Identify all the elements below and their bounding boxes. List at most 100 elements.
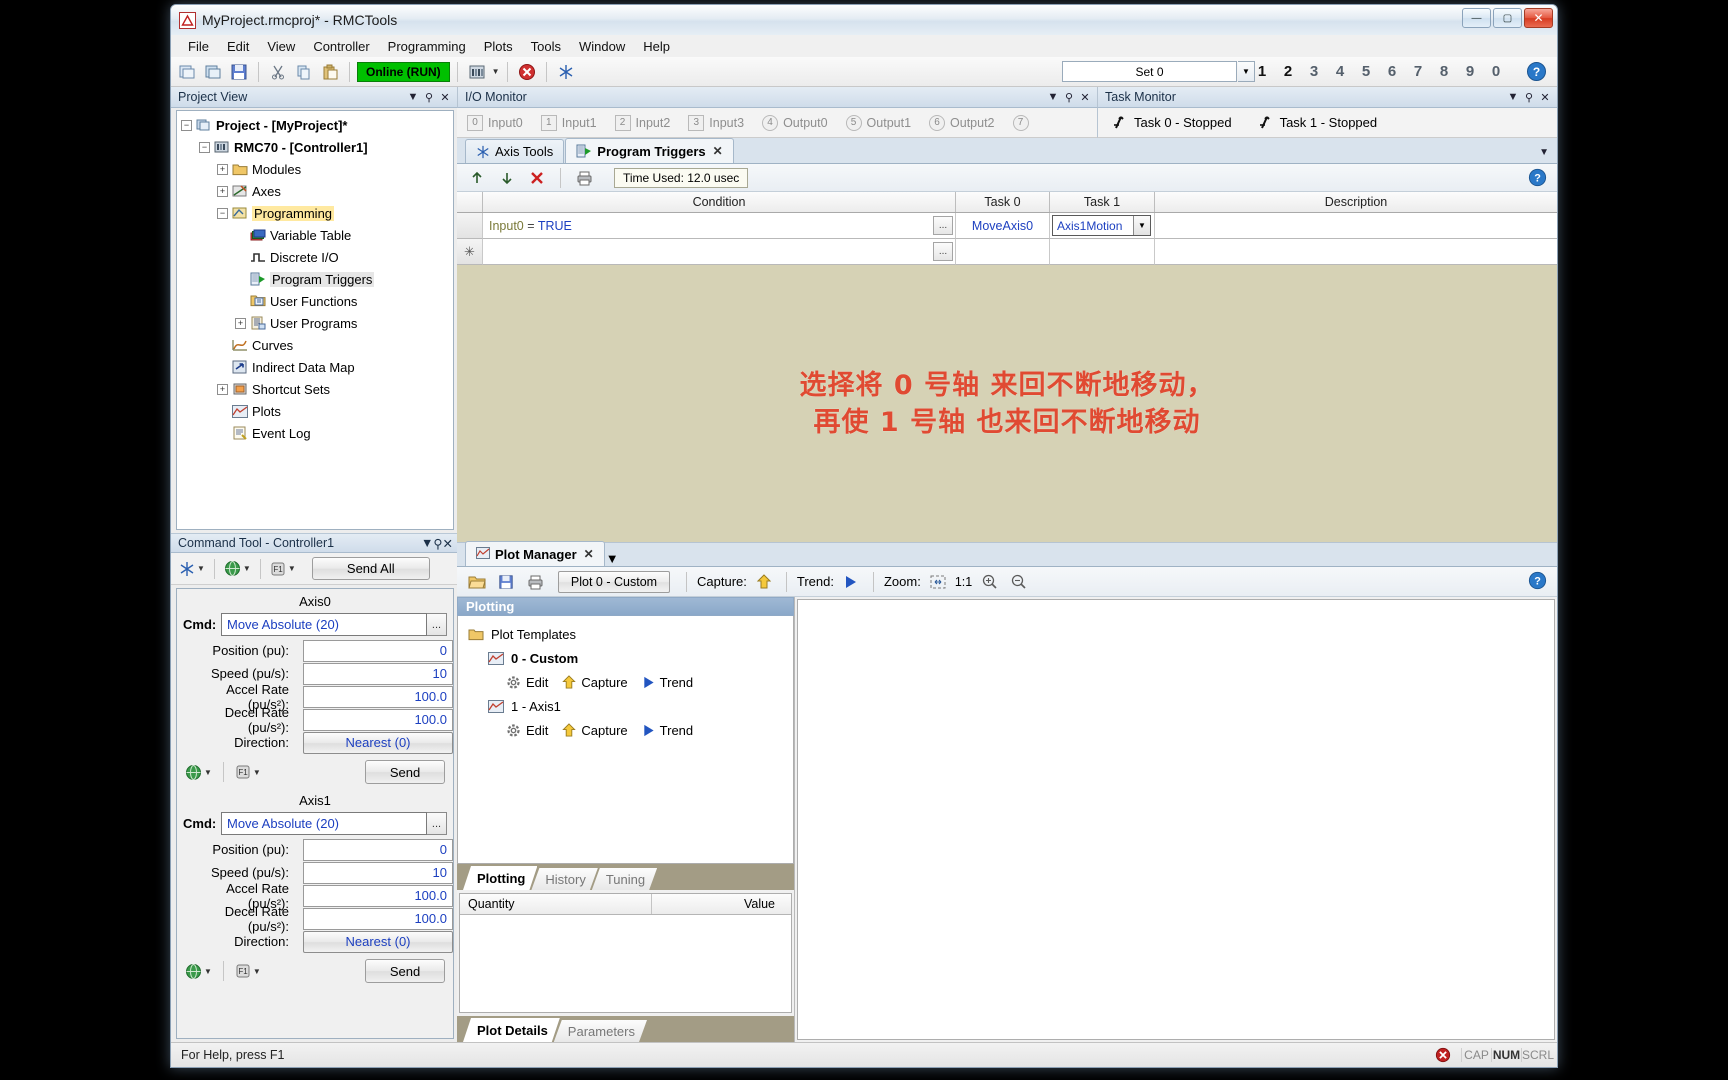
stop-error-icon[interactable] [515,60,539,84]
close-button[interactable]: ✕ [1524,8,1553,28]
grid-header-condition[interactable]: Condition [483,192,956,212]
plot-action-capture[interactable]: Capture [562,675,628,690]
set-number-button-4[interactable]: 4 [1327,60,1353,83]
task1-cell[interactable]: Axis1Motion ▼ [1050,213,1155,239]
send-button[interactable]: Send [365,959,445,983]
parameter-value-field[interactable]: 100.0 [303,685,453,708]
help-icon[interactable]: ? [1526,61,1547,82]
tree-item-variable-table[interactable]: Variable Table [177,224,453,246]
set-number-button-1[interactable]: 1 [1249,60,1275,83]
parameter-value-field[interactable]: 100.0 [303,884,453,907]
collapse-node-icon[interactable]: − [217,207,228,219]
controller-icon[interactable] [465,60,489,84]
print-icon[interactable] [523,570,547,594]
set-selector[interactable]: Set 0 [1062,61,1237,82]
minimize-button[interactable]: — [1462,8,1491,28]
grid-header-description[interactable]: Description [1155,192,1557,212]
project-view-close-icon[interactable]: ✕ [437,91,453,104]
tab-axis-tools[interactable]: Axis Tools [465,139,565,163]
plot-tree-item-plot-templates[interactable]: Plot Templates [458,622,793,646]
tree-item-event-log[interactable]: Event Log [177,422,453,444]
io-monitor-collapse-icon[interactable]: ▼ [1045,91,1061,103]
trend-play-icon[interactable] [839,570,863,594]
condition-cell[interactable]: Input0 = TRUE ... [483,213,956,239]
menu-item-window[interactable]: Window [570,37,634,56]
parameter-value-field[interactable]: 10 [303,861,453,884]
menu-item-edit[interactable]: Edit [218,37,258,56]
command-tool-close-icon[interactable]: ✕ [443,536,453,551]
globe-button[interactable]: ▼ [224,560,251,577]
print-icon[interactable] [572,166,596,190]
menu-item-controller[interactable]: Controller [304,37,378,56]
collapse-node-icon[interactable]: − [181,119,192,131]
grid-header-task0[interactable]: Task 0 [956,192,1050,212]
io-channel-output2[interactable]: 6 Output2 [929,114,995,131]
set-number-button-6[interactable]: 6 [1379,60,1405,83]
function-key-dropdown-arrow-icon[interactable]: ▼ [288,564,296,573]
function-key-button[interactable]: F1 ▼ [270,561,296,577]
io-monitor-close-icon[interactable]: ✕ [1077,91,1093,104]
maximize-button[interactable]: ▢ [1493,8,1522,28]
cut-icon[interactable] [266,60,290,84]
tab-plot-manager[interactable]: Plot Manager ✕ [465,541,605,566]
zoom-in-icon[interactable] [977,570,1001,594]
plot-action-capture[interactable]: Capture [562,723,628,738]
menu-item-help[interactable]: Help [634,37,679,56]
plot-action-trend[interactable]: Trend [642,675,693,690]
io-channel-input0[interactable]: 0 Input0 [467,114,523,131]
new-row-marker[interactable]: ✳ [457,239,483,265]
save-icon[interactable] [494,570,518,594]
axis-tools-button[interactable]: ▼ [179,561,205,577]
set-number-button-8[interactable]: 8 [1431,60,1457,83]
axis-globe-dropdown-arrow-icon[interactable]: ▼ [204,768,212,777]
open-folder-icon[interactable] [465,570,489,594]
tree-item-axes[interactable]: + Axes [177,180,453,202]
send-button[interactable]: Send [365,760,445,784]
tree-item-plots[interactable]: Plots [177,400,453,422]
description-cell[interactable] [1155,239,1557,265]
task1-cell[interactable] [1050,239,1155,265]
document-tabs-dropdown-icon[interactable]: ▼ [1539,147,1549,158]
parameter-value-field[interactable]: 0 [303,838,453,861]
plot-action-edit[interactable]: Edit [506,675,548,690]
online-status-badge[interactable]: Online (RUN) [357,61,450,82]
program-triggers-help-icon[interactable]: ? [1528,168,1547,190]
task-monitor-collapse-icon[interactable]: ▼ [1505,91,1521,103]
tab-plot-manager-close-icon[interactable]: ✕ [584,547,594,561]
delete-x-icon[interactable] [525,166,549,190]
condition-cell[interactable]: ... [483,239,956,265]
tree-item-programming[interactable]: − Programming [177,202,453,224]
plot-templates-tree[interactable]: Plot Templates 0 - Custom Edit Capture Trend… [457,616,794,864]
set-number-button-5[interactable]: 5 [1353,60,1379,83]
task0-cell[interactable]: MoveAxis0 [956,213,1050,239]
tree-item-indirect-data-map[interactable]: Indirect Data Map [177,356,453,378]
send-all-button[interactable]: Send All [311,557,430,580]
new-project-icon[interactable] [175,60,199,84]
value-column-header[interactable]: Value [652,894,791,914]
chevron-down-icon[interactable]: ▼ [1133,216,1150,235]
plot-name-button[interactable]: Plot 0 - Custom [558,570,670,593]
parameter-value-field[interactable]: Nearest (0) [303,731,453,754]
controller-dropdown-arrow-icon[interactable]: ▼ [492,67,500,76]
set-number-button-0[interactable]: 0 [1483,60,1509,83]
menu-item-programming[interactable]: Programming [379,37,475,56]
task-status-item-0[interactable]: Task 0 - Stopped [1112,115,1232,130]
open-project-icon[interactable] [201,60,225,84]
tab-plotting[interactable]: Plotting [463,866,537,890]
condition-editor-button[interactable]: ... [933,242,953,261]
description-cell[interactable] [1155,213,1557,239]
project-tree[interactable]: − Project - [MyProject]* − RMC70 - [Control… [176,110,454,530]
io-channel-7[interactable]: 7 [1012,114,1034,131]
expand-node-icon[interactable]: + [235,317,246,329]
tree-item-shortcut-sets[interactable]: + Shortcut Sets [177,378,453,400]
command-tool-pin-icon[interactable]: ⚲ [433,536,442,551]
zoom-fit-icon[interactable] [926,570,950,594]
io-channel-output1[interactable]: 5 Output1 [845,114,911,131]
row-marker[interactable] [457,213,483,239]
tab-parameters[interactable]: Parameters [554,1020,647,1042]
task-monitor-close-icon[interactable]: ✕ [1537,91,1553,104]
tree-item-program-triggers[interactable]: Program Triggers [177,268,453,290]
tree-item-curves[interactable]: Curves [177,334,453,356]
axis-globe-button[interactable]: ▼ [185,764,212,781]
paste-icon[interactable] [318,60,342,84]
